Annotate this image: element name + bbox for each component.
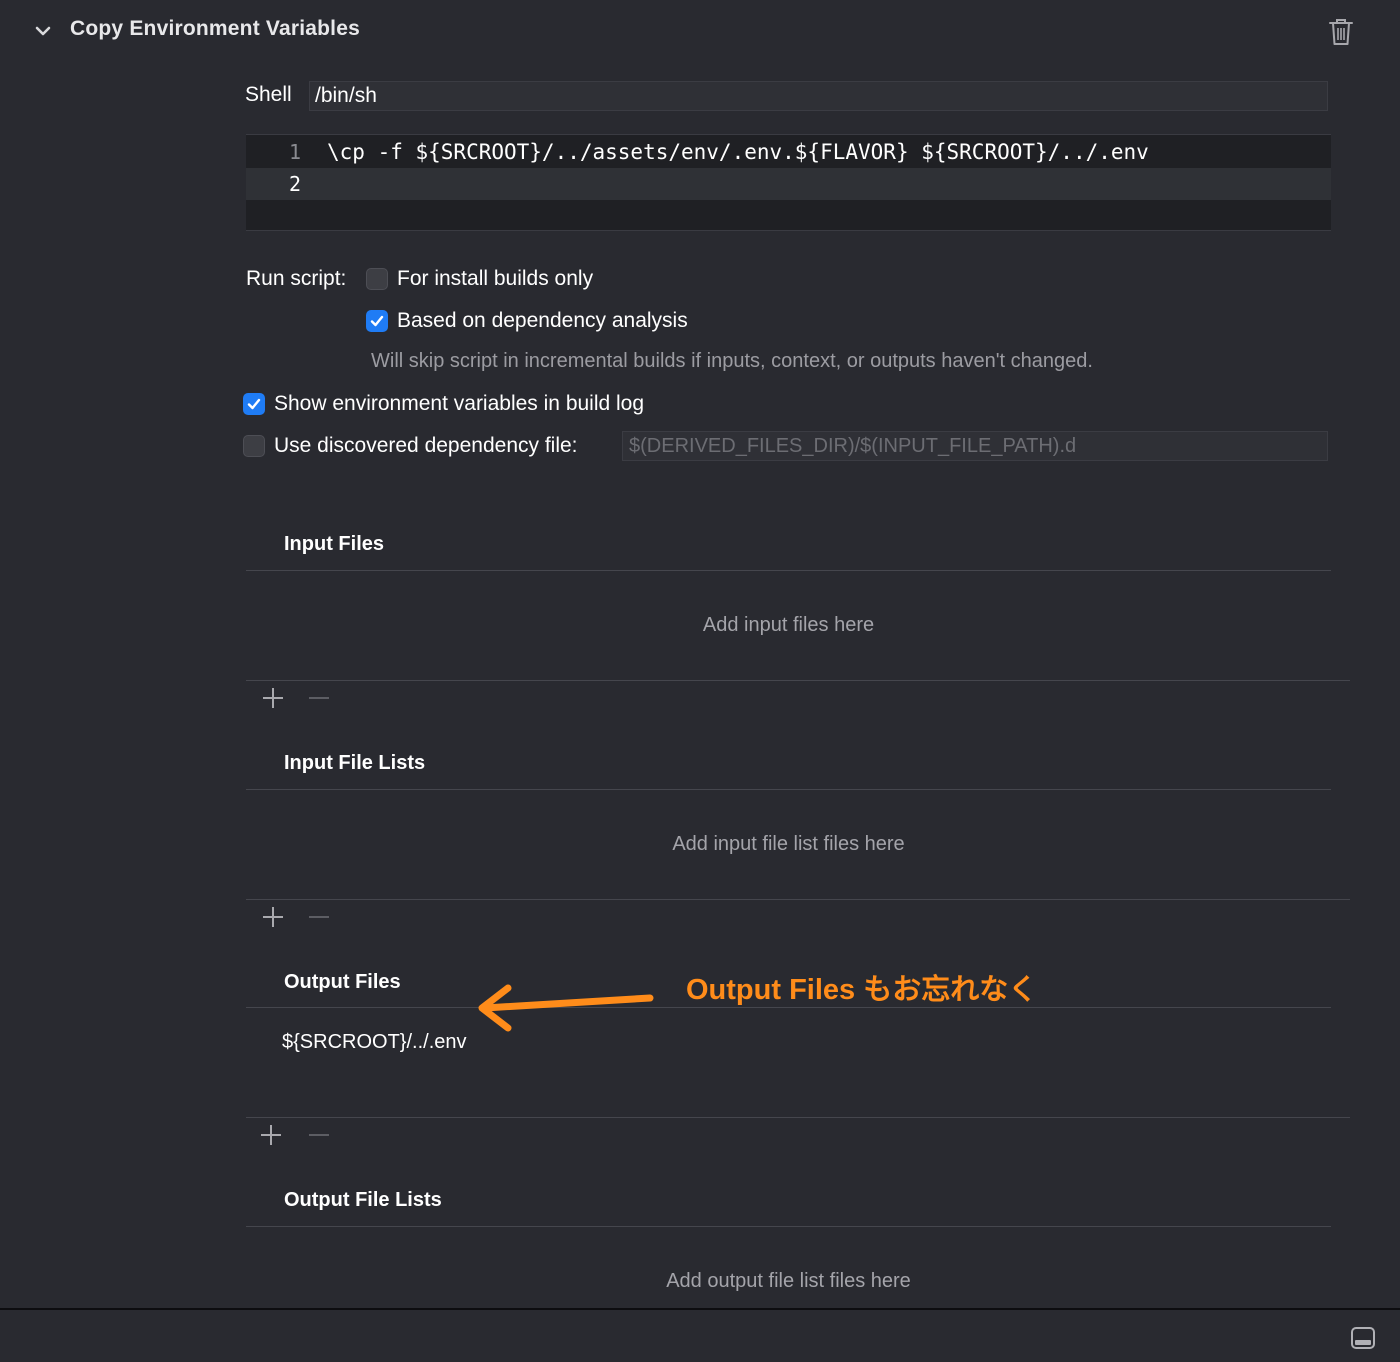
bottom-bar (0, 1308, 1400, 1362)
shell-label: Shell (245, 83, 292, 106)
add-input-file-icon[interactable] (261, 686, 285, 710)
divider (246, 570, 1331, 571)
phase-title[interactable]: Copy Environment Variables (70, 17, 360, 41)
line-number: 1 (288, 140, 302, 164)
code-text[interactable]: \cp -f ${SRCROOT}/../assets/env/.env.${F… (327, 136, 1149, 168)
remove-output-file-icon[interactable] (307, 1123, 331, 1147)
checkmark-icon (370, 315, 384, 327)
annotation-note: Output Files もお忘れなく (686, 974, 1038, 1006)
remove-input-file-icon[interactable] (307, 686, 331, 710)
divider (246, 789, 1331, 790)
build-phase-panel: Copy Environment Variables Shell /bin/sh… (0, 0, 1400, 1362)
code-line[interactable]: 1 \cp -f ${SRCROOT}/../assets/env/.env.$… (246, 136, 1331, 168)
discovered-dep-file-checkbox[interactable] (243, 435, 265, 457)
add-input-file-list-icon[interactable] (261, 905, 285, 929)
dependency-file-field[interactable]: $(DERIVED_FILES_DIR)/$(INPUT_FILE_PATH).… (622, 431, 1328, 461)
add-output-file-icon[interactable] (259, 1123, 283, 1147)
divider (246, 899, 1350, 900)
remove-input-file-list-icon[interactable] (307, 905, 331, 929)
divider (246, 1117, 1350, 1118)
input-files-title: Input Files (284, 533, 384, 555)
line-number: 2 (288, 172, 302, 196)
dependency-analysis-checkbox[interactable] (366, 310, 388, 332)
show-env-vars-checkbox[interactable] (243, 393, 265, 415)
trash-icon[interactable] (1326, 16, 1356, 48)
dependency-analysis-hint: Will skip script in incremental builds i… (371, 350, 1093, 372)
code-line-current[interactable]: 2 (246, 168, 1331, 200)
install-builds-only-checkbox[interactable] (366, 268, 388, 290)
toggle-debug-area-icon[interactable] (1350, 1325, 1376, 1351)
output-file-lists-title: Output File Lists (284, 1189, 442, 1211)
annotation-arrow-icon (478, 984, 654, 1032)
checkmark-icon (247, 398, 261, 410)
phase-header: Copy Environment Variables (0, 0, 1400, 64)
dependency-analysis-label[interactable]: Based on dependency analysis (397, 309, 688, 333)
output-file-entry[interactable]: ${SRCROOT}/../.env (282, 1031, 467, 1054)
run-script-label: Run script: (246, 267, 347, 290)
divider (246, 680, 1350, 681)
script-editor[interactable]: 1 \cp -f ${SRCROOT}/../assets/env/.env.$… (246, 134, 1331, 231)
input-files-placeholder[interactable]: Add input files here (246, 614, 1331, 637)
output-files-title: Output Files (284, 971, 401, 993)
chevron-down-icon[interactable] (32, 20, 54, 42)
output-file-lists-placeholder[interactable]: Add output file list files here (246, 1270, 1331, 1293)
input-file-lists-title: Input File Lists (284, 752, 426, 774)
show-env-vars-label[interactable]: Show environment variables in build log (274, 392, 644, 416)
divider (246, 1226, 1331, 1227)
shell-field[interactable]: /bin/sh (309, 81, 1328, 111)
input-file-lists-placeholder[interactable]: Add input file list files here (246, 833, 1331, 856)
install-builds-only-label[interactable]: For install builds only (397, 267, 593, 291)
discovered-dep-file-label[interactable]: Use discovered dependency file: (274, 434, 578, 458)
